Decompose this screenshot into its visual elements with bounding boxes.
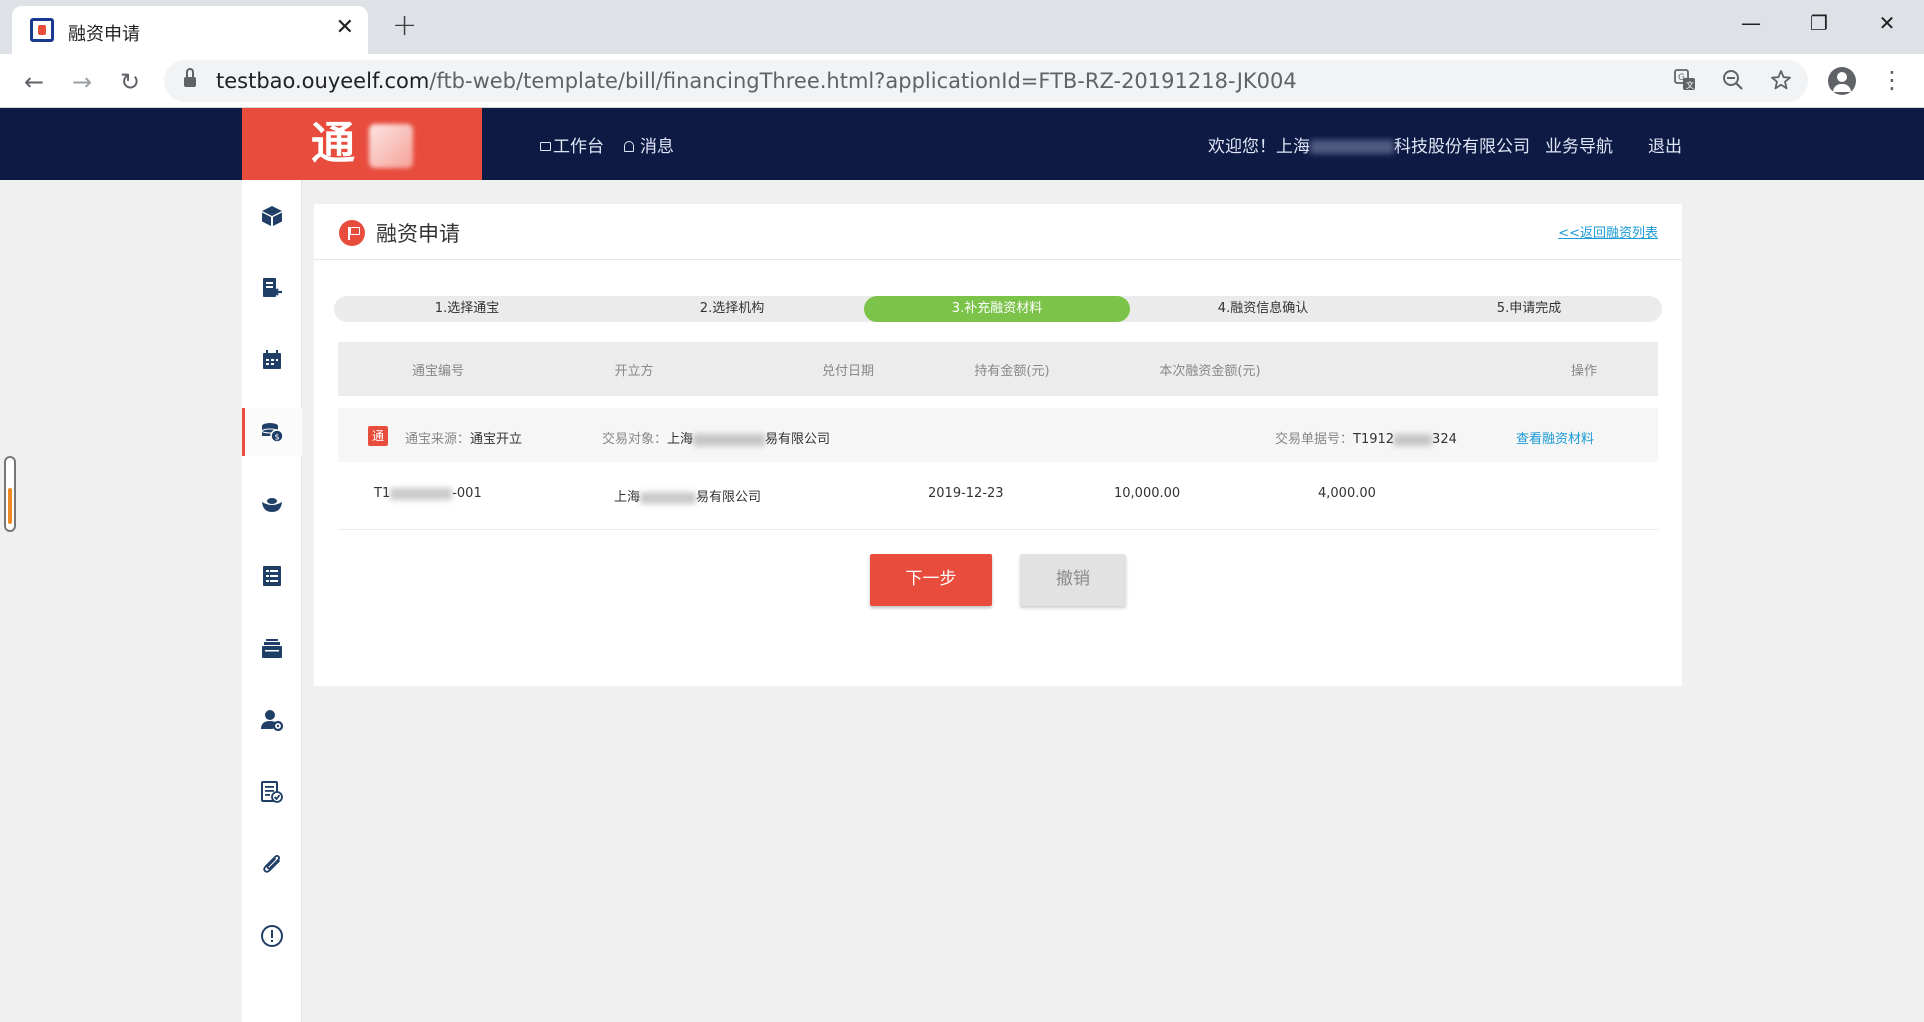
business-nav-link[interactable]: 业务导航 xyxy=(1545,132,1613,157)
logo-blurred-glyph xyxy=(369,124,413,168)
col-header-issuer: 开立方 xyxy=(614,364,654,379)
view-materials-link[interactable]: 查看融资材料 xyxy=(1516,428,1594,447)
svg-text:文: 文 xyxy=(1686,80,1694,90)
row-held-amount: 10,000.00 xyxy=(1114,486,1181,501)
sidebar-item-cube[interactable] xyxy=(242,192,302,240)
browser-tab-bar: 融资申请 ✕ + — ❐ ✕ xyxy=(0,0,1924,54)
scroll-handle[interactable] xyxy=(4,456,16,532)
step-2: 2.选择机构 xyxy=(699,301,765,316)
reload-icon[interactable]: ↻ xyxy=(114,66,146,98)
checklist-icon xyxy=(261,781,283,803)
col-header-actions: 操作 xyxy=(1570,364,1597,379)
sidebar-item-stack[interactable] xyxy=(242,624,302,672)
coins-icon: $ xyxy=(261,423,284,443)
site-header: 通 工作台 消息 欢迎您！上海 科技股份有限公司 业务导航 退出 xyxy=(0,108,1924,180)
sidebar-item-ingot[interactable] xyxy=(242,480,302,528)
ledger-icon xyxy=(263,566,281,586)
document-return-icon xyxy=(263,278,282,297)
page-title: 融资申请 xyxy=(376,222,460,246)
next-step-button[interactable]: 下一步 xyxy=(870,554,992,606)
sidebar-item-alerts[interactable] xyxy=(242,912,302,960)
row-due-date: 2019-12-23 xyxy=(928,486,1004,501)
col-header-held-amount: 持有金额(元) xyxy=(974,364,1050,379)
sidebar-item-attachments[interactable] xyxy=(242,840,302,888)
address-bar: ← → ↻ testbao.ouyeelf.com/ftb-web/templa… xyxy=(0,54,1924,108)
site-favicon-icon xyxy=(30,18,54,42)
url-omnibox[interactable]: testbao.ouyeelf.com/ftb-web/template/bil… xyxy=(164,60,1808,102)
new-tab-icon[interactable]: + xyxy=(392,10,417,42)
user-settings-icon xyxy=(261,710,284,732)
row-issuer: 上海 易有限公司 xyxy=(614,490,762,505)
minimize-icon[interactable]: — xyxy=(1731,8,1771,38)
svg-text:$: $ xyxy=(275,433,280,442)
lock-icon xyxy=(184,68,196,87)
logout-link[interactable]: 退出 xyxy=(1648,132,1682,157)
ingot-icon xyxy=(262,498,282,512)
step-3-active: 3.补充融资材料 xyxy=(864,296,1130,322)
star-icon[interactable] xyxy=(1768,69,1794,95)
step-1: 1.选择通宝 xyxy=(434,301,500,316)
left-sidebar: $ xyxy=(242,180,302,1022)
row-finance-amount: 4,000.00 xyxy=(1318,486,1376,501)
back-arrow-icon[interactable]: ← xyxy=(18,66,50,98)
redacted-company xyxy=(1310,140,1394,154)
sidebar-item-ledger[interactable] xyxy=(242,552,302,600)
bell-icon xyxy=(624,141,634,152)
welcome-text: 欢迎您！上海 科技股份有限公司 xyxy=(1208,137,1530,157)
browser-tab[interactable]: 融资申请 ✕ xyxy=(12,6,368,54)
table-group-row: 通 通宝来源：通宝开立 交易对象：上海 易有限公司 交易单据号：T1912 324 … xyxy=(338,408,1658,462)
paperclip-icon xyxy=(263,854,281,873)
profile-avatar-icon[interactable] xyxy=(1828,67,1856,95)
url-text[interactable]: testbao.ouyeelf.com/ftb-web/template/bil… xyxy=(216,69,1297,93)
doc-number-field: 交易单据号：T1912 324 xyxy=(1275,432,1457,447)
step-4: 4.融资信息确认 xyxy=(1217,301,1309,316)
calendar-icon xyxy=(263,350,281,369)
browser-menu-icon[interactable]: ⋮ xyxy=(1880,66,1904,94)
sidebar-item-checklist[interactable] xyxy=(242,768,302,816)
flag-icon xyxy=(339,220,365,246)
sidebar-item-calendar[interactable] xyxy=(242,336,302,384)
forward-arrow-icon[interactable]: → xyxy=(66,66,98,98)
step-5: 5.申请完成 xyxy=(1496,301,1562,316)
counterparty-field: 交易对象：上海 易有限公司 xyxy=(602,432,831,447)
table-header: 通宝编号 开立方 兑付日期 持有金额(元) 本次融资金额(元) 操作 xyxy=(338,342,1658,396)
card-header: 融资申请 <<返回融资列表 xyxy=(314,204,1682,260)
financing-application-card: 融资申请 <<返回融资列表 1.选择通宝 2.选择机构 3.补充融资材料 4.融… xyxy=(314,204,1682,686)
step-progress: 1.选择通宝 2.选择机构 3.补充融资材料 4.融资信息确认 5.申请完成 xyxy=(334,296,1662,322)
tab-close-icon[interactable]: ✕ xyxy=(336,16,354,40)
row-code: T1 -001 xyxy=(374,486,482,501)
nav-workbench[interactable]: 工作台 xyxy=(540,132,604,157)
sidebar-item-financing[interactable]: $ xyxy=(242,408,302,456)
stack-icon xyxy=(262,639,282,658)
sidebar-item-user-settings[interactable] xyxy=(242,696,302,744)
translate-icon[interactable]: G文 xyxy=(1672,69,1698,95)
source-field: 通宝来源：通宝开立 xyxy=(405,432,523,447)
alert-icon xyxy=(261,925,283,947)
zoom-out-icon[interactable] xyxy=(1720,69,1746,95)
table-row: T1 -001 上海 易有限公司 2019-12-23 10,000.00 4,00… xyxy=(338,462,1658,530)
tab-title: 融资申请 xyxy=(68,24,140,45)
site-logo[interactable]: 通 xyxy=(242,108,482,180)
monitor-icon xyxy=(540,142,551,151)
col-header-code: 通宝编号 xyxy=(411,364,464,379)
cancel-button[interactable]: 撤销 xyxy=(1020,554,1126,606)
nav-messages[interactable]: 消息 xyxy=(624,132,674,157)
back-to-list-link[interactable]: <<返回融资列表 xyxy=(1558,222,1658,241)
restore-icon[interactable]: ❐ xyxy=(1799,8,1839,38)
sidebar-item-return[interactable] xyxy=(242,264,302,312)
cube-icon xyxy=(262,206,282,226)
window-close-icon[interactable]: ✕ xyxy=(1867,8,1907,38)
tongbao-badge: 通 xyxy=(368,426,388,446)
